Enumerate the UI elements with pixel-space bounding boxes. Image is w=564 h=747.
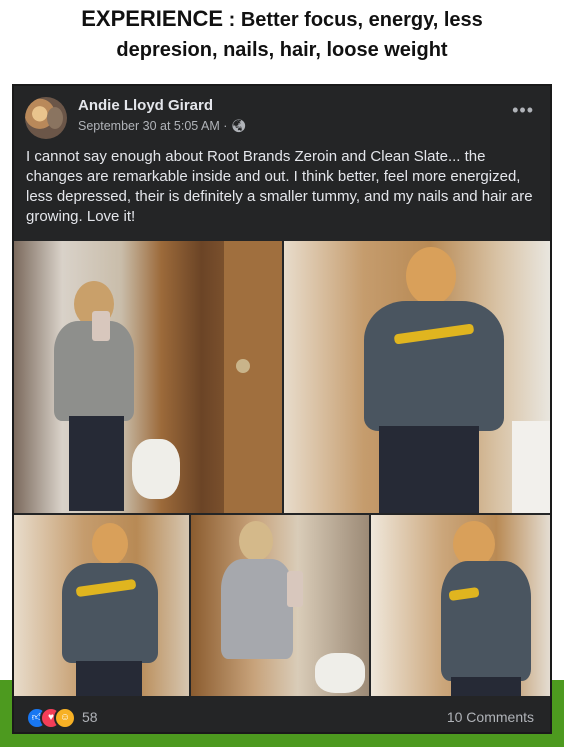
avatar[interactable] (25, 97, 67, 139)
post-photo-1[interactable] (14, 241, 282, 513)
page-headline: EXPERIENCE : Better focus, energy, less … (0, 4, 564, 65)
post-meta: September 30 at 5:05 AM · 🌏︎ (78, 119, 247, 134)
care-icon: ☺ (54, 707, 76, 729)
post-photo-3[interactable] (14, 515, 189, 696)
post-photo-5[interactable] (371, 515, 550, 696)
headline-line2: depresion, nails, hair, loose weight (116, 39, 448, 61)
headline-title: EXPERIENCE (81, 6, 224, 31)
reaction-count[interactable]: 58 (82, 709, 98, 725)
post-author[interactable]: Andie Lloyd Girard (78, 97, 213, 114)
post-text: I cannot say enough about Root Brands Ze… (26, 148, 533, 225)
more-options-icon[interactable]: ••• (512, 100, 534, 121)
post-timestamp[interactable]: September 30 at 5:05 AM · (78, 119, 231, 133)
comments-count-link[interactable]: 10 Comments (447, 709, 534, 725)
headline-rest: : Better focus, energy, less (223, 9, 483, 31)
post-photo-4[interactable] (191, 515, 369, 696)
facebook-post: Andie Lloyd Girard September 30 at 5:05 … (12, 84, 552, 734)
post-photo-2[interactable] (284, 241, 550, 513)
globe-icon: 🌏︎ (230, 119, 247, 133)
